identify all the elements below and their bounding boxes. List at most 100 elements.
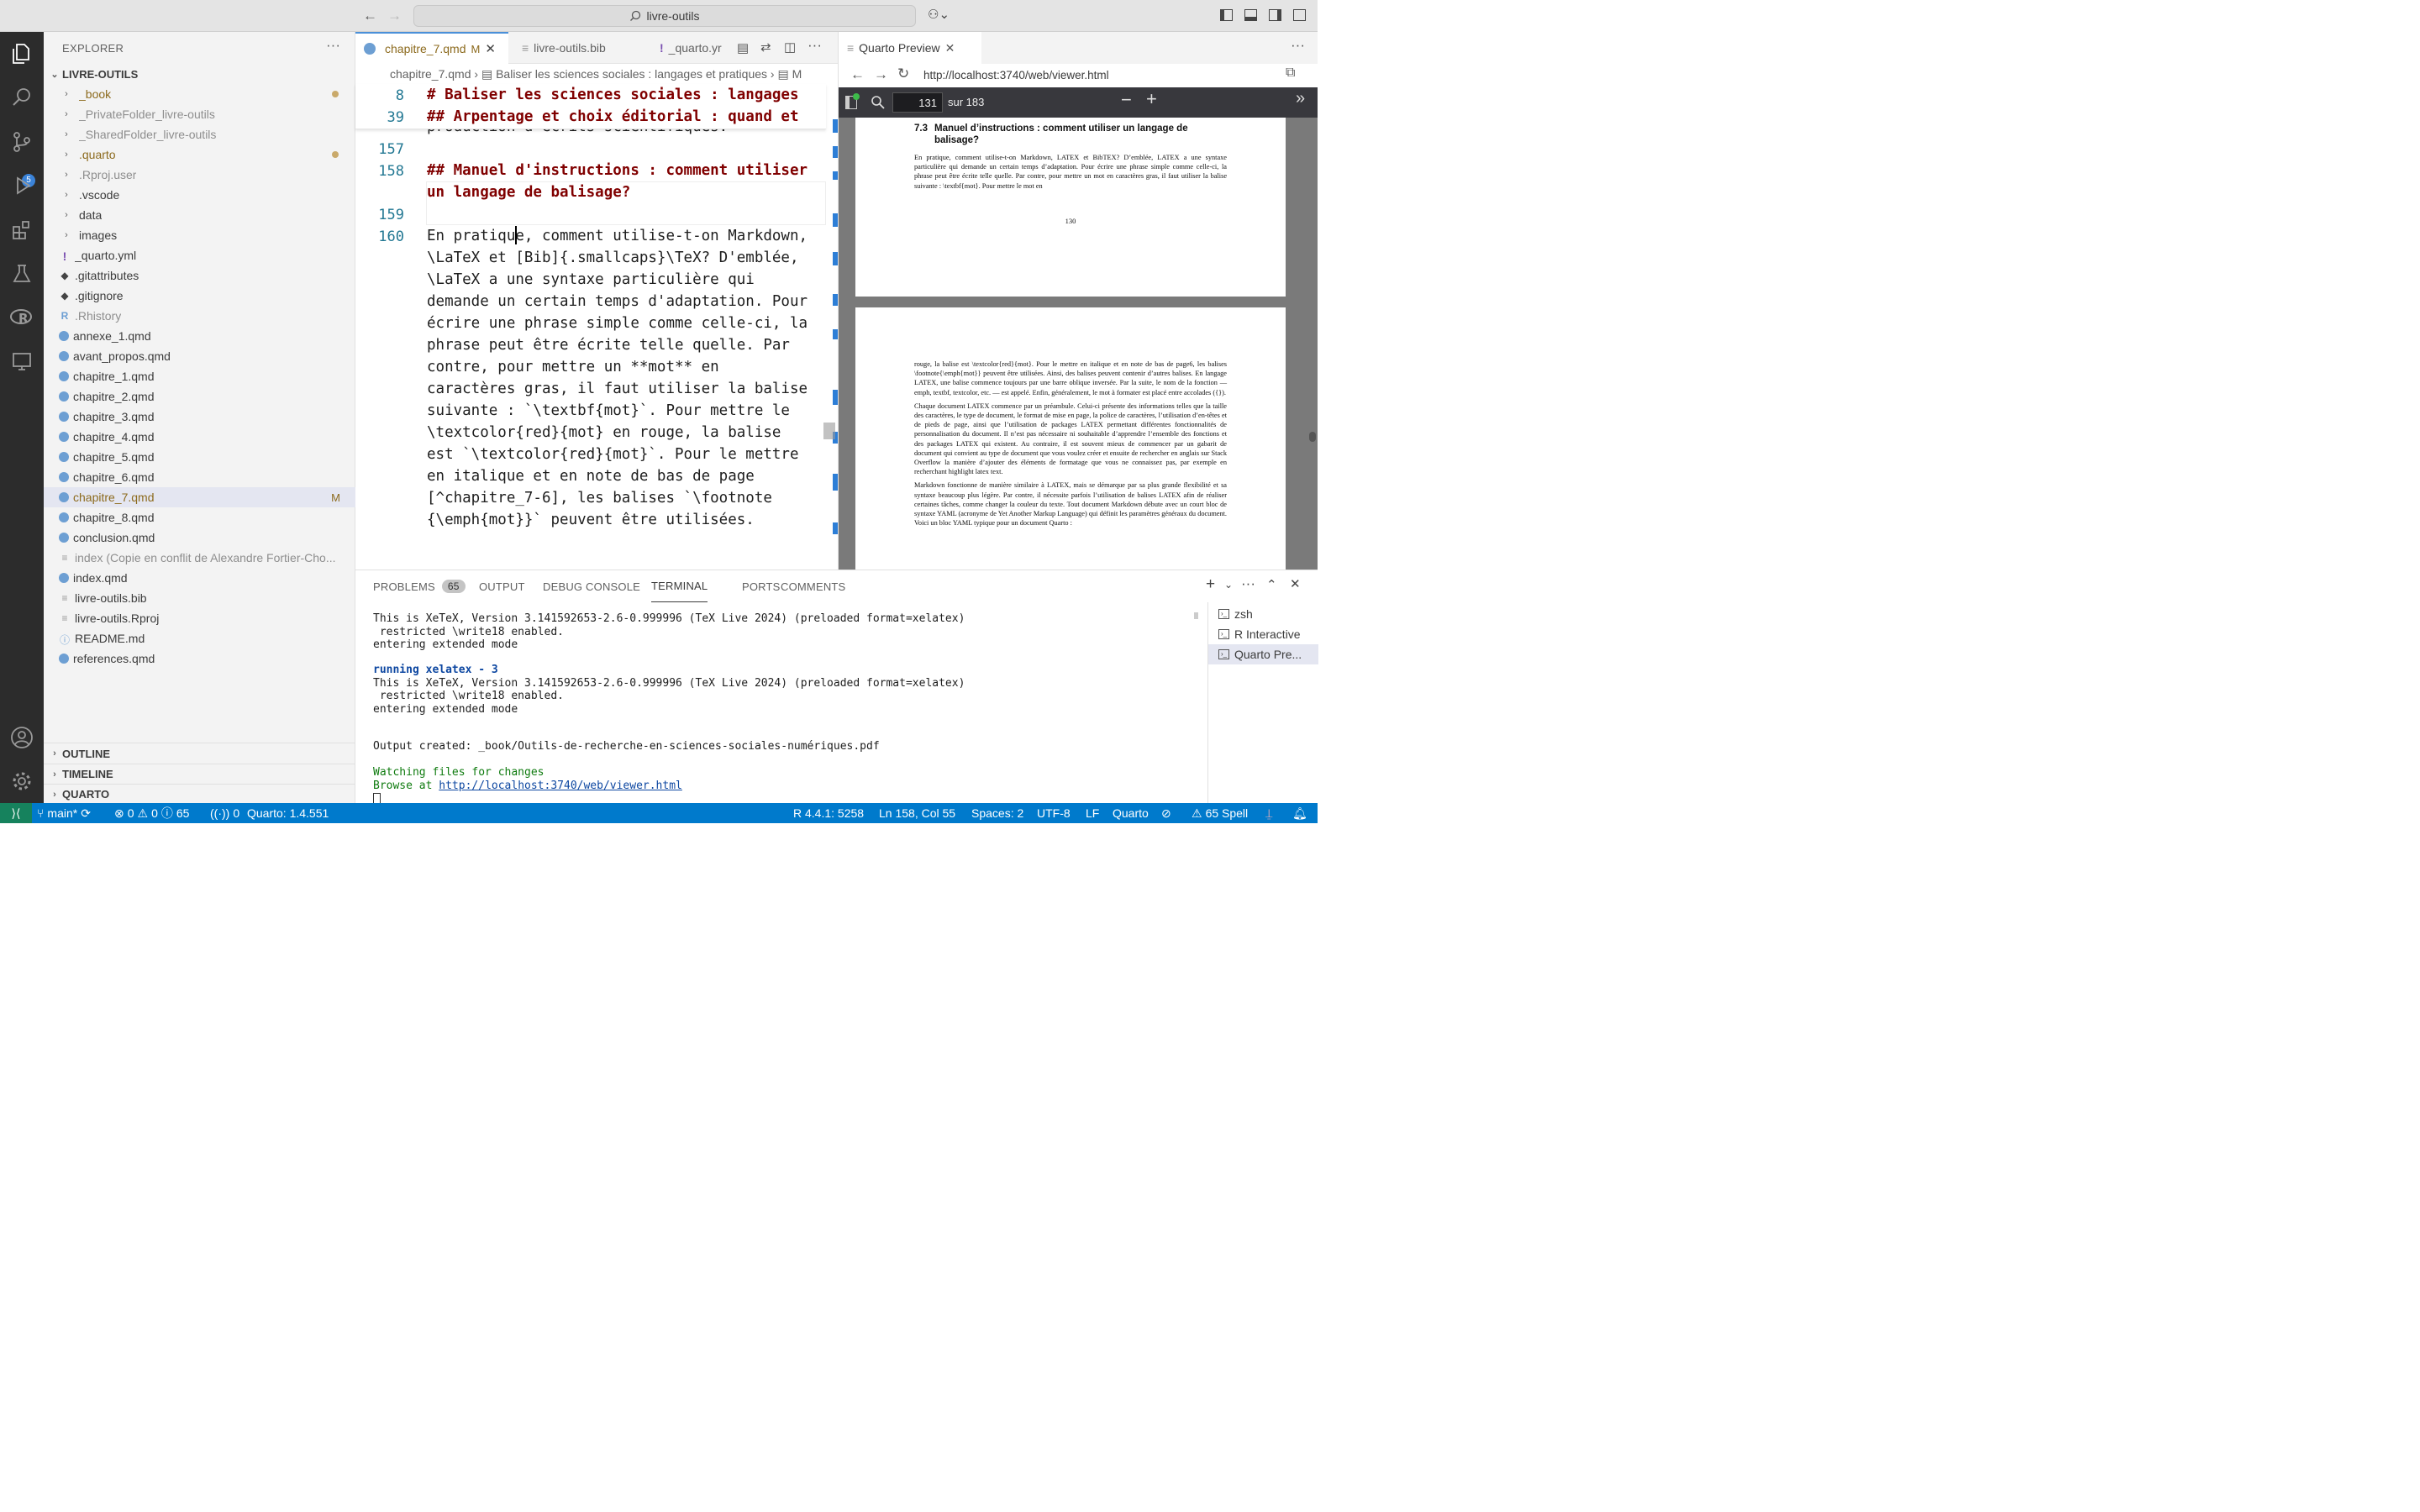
- file-tree-item[interactable]: › .quarto: [44, 144, 355, 165]
- panel-tab-debug-console[interactable]: DEBUG CONSOLE: [543, 570, 640, 602]
- compare-changes-icon[interactable]: ⇄: [760, 39, 771, 55]
- file-tree-item[interactable]: avant_propos.qmd: [44, 346, 355, 366]
- end-of-line[interactable]: LF: [1086, 803, 1099, 823]
- testing-flask-icon[interactable]: [8, 260, 35, 287]
- panel-tab-output[interactable]: OUTPUT: [479, 570, 525, 602]
- ports-status[interactable]: ((·)) 0: [210, 803, 239, 823]
- file-tree-item[interactable]: chapitre_1.qmd: [44, 366, 355, 386]
- problems-status[interactable]: ⊗ 0 ⚠ 0 ⓘ 65: [114, 803, 189, 823]
- file-tree-item[interactable]: chapitre_2.qmd: [44, 386, 355, 407]
- quarto-version[interactable]: Quarto: 1.4.551: [247, 803, 329, 823]
- terminal-session[interactable]: ›_ Quarto Pre...: [1208, 644, 1318, 664]
- sidebar-section-quarto[interactable]: › QUARTO: [44, 784, 355, 804]
- close-tab-icon[interactable]: ✕: [945, 41, 955, 55]
- remote-explorer-icon[interactable]: [8, 348, 35, 375]
- toggle-secondary-sidebar-icon[interactable]: [1269, 9, 1281, 21]
- code-area[interactable]: répandues dans le milieu académique etd'…: [355, 84, 826, 570]
- encoding[interactable]: UTF-8: [1037, 803, 1071, 823]
- cursor-position[interactable]: Ln 158, Col 55: [879, 803, 955, 823]
- tab-quarto-yml[interactable]: ! _quarto.yr: [651, 32, 739, 64]
- remote-indicator-icon[interactable]: ⟩⟨: [0, 803, 32, 823]
- file-tree-item[interactable]: › _SharedFolder_livre-outils: [44, 124, 355, 144]
- more-actions-icon[interactable]: ···: [1291, 37, 1305, 54]
- panel-tab-terminal[interactable]: TERMINAL: [651, 570, 708, 602]
- r-language-icon[interactable]: R: [8, 304, 35, 331]
- maximize-panel-icon[interactable]: ⌃: [1266, 577, 1277, 592]
- panel-tab-comments[interactable]: COMMENTS: [781, 570, 845, 602]
- back-arrow-icon[interactable]: ←: [850, 66, 865, 83]
- git-branch[interactable]: ⑂ main* ⟳: [37, 803, 91, 823]
- workspace-root[interactable]: ⌄ LIVRE-OUTILS: [44, 64, 355, 84]
- editor-scrollbar-thumb[interactable]: [823, 423, 835, 439]
- accounts-icon[interactable]: [8, 724, 35, 751]
- terminal-session[interactable]: ›_ R Interactive: [1208, 624, 1318, 644]
- tools-menu-icon[interactable]: »: [1296, 89, 1305, 108]
- pdf-viewer[interactable]: 7.3 Manuel d’instructions : comment util…: [839, 118, 1318, 570]
- url-field[interactable]: http://localhost:3740/web/viewer.html: [923, 69, 1109, 81]
- chevron-down-icon[interactable]: ⌄: [1224, 579, 1233, 591]
- reload-icon[interactable]: ↻: [897, 66, 909, 82]
- file-tree-item[interactable]: › data: [44, 205, 355, 225]
- file-tree-item[interactable]: annexe_1.qmd: [44, 326, 355, 346]
- alert-icon[interactable]: ⍊: [1265, 803, 1272, 823]
- pdf-scrollbar-thumb[interactable]: [1309, 432, 1316, 442]
- indentation[interactable]: Spaces: 2: [971, 803, 1023, 823]
- file-tree-item[interactable]: chapitre_5.qmd: [44, 447, 355, 467]
- file-tree-item[interactable]: › images: [44, 225, 355, 245]
- tab-chapitre-7[interactable]: chapitre_7.qmd M ✕: [355, 32, 508, 64]
- more-actions-icon[interactable]: ···: [326, 37, 340, 54]
- pdf-search-icon[interactable]: [871, 95, 886, 110]
- command-center-search[interactable]: livre-outils: [413, 5, 916, 27]
- panel-tab-problems[interactable]: PROBLEMS 65: [373, 570, 466, 602]
- file-tree-item[interactable]: chapitre_8.qmd: [44, 507, 355, 528]
- search-icon[interactable]: [8, 84, 35, 111]
- close-panel-icon[interactable]: ✕: [1290, 576, 1301, 591]
- copilot-disabled-icon[interactable]: ⊘: [1161, 803, 1171, 823]
- browse-link[interactable]: http://localhost:3740/web/viewer.html: [439, 780, 682, 792]
- terminal[interactable]: This is XeTeX, Version 3.141592653-2.6-0…: [355, 606, 1196, 804]
- file-tree-item[interactable]: ≡ index (Copie en conflit de Alexandre Fo…: [44, 548, 355, 568]
- file-tree-item[interactable]: chapitre_4.qmd: [44, 427, 355, 447]
- close-tab-icon[interactable]: ✕: [485, 41, 496, 56]
- spell-status[interactable]: ⚠ 65 Spell: [1192, 803, 1248, 823]
- settings-gear-icon[interactable]: [8, 768, 35, 795]
- page-number-input[interactable]: [892, 92, 943, 113]
- customize-layout-icon[interactable]: [1293, 9, 1306, 21]
- sidebar-section-outline[interactable]: › OUTLINE: [44, 743, 355, 764]
- terminal-session[interactable]: ›_ zsh: [1208, 604, 1318, 624]
- tab-quarto-preview[interactable]: ≡ Quarto Preview ✕: [839, 32, 981, 64]
- file-tree-item[interactable]: ≡ livre-outils.Rproj: [44, 608, 355, 628]
- more-actions-icon[interactable]: ···: [808, 37, 822, 54]
- run-debug-icon[interactable]: [8, 172, 35, 199]
- file-tree-item[interactable]: index.qmd: [44, 568, 355, 588]
- new-terminal-icon[interactable]: +: [1206, 575, 1215, 594]
- file-tree-item[interactable]: ⓘ README.md: [44, 628, 355, 648]
- file-tree-item[interactable]: ≡ livre-outils.bib: [44, 588, 355, 608]
- sticky-heading[interactable]: # Baliser les sciences sociales : langag…: [427, 84, 799, 106]
- language-mode[interactable]: Quarto: [1113, 803, 1149, 823]
- file-tree-item[interactable]: › .vscode: [44, 185, 355, 205]
- forward-arrow-icon[interactable]: →: [387, 8, 402, 24]
- more-actions-icon[interactable]: ···: [1241, 575, 1255, 592]
- file-tree-item[interactable]: chapitre_6.qmd: [44, 467, 355, 487]
- breadcrumb-more[interactable]: M: [792, 67, 802, 81]
- preview-icon[interactable]: ▤: [737, 40, 749, 55]
- extensions-icon[interactable]: [8, 217, 35, 244]
- panel-tab-ports[interactable]: PORTS: [742, 570, 781, 602]
- sidebar-section-timeline[interactable]: › TIMELINE: [44, 764, 355, 784]
- file-tree-item[interactable]: › .Rproj.user: [44, 165, 355, 185]
- zoom-out-icon[interactable]: −: [1121, 89, 1132, 111]
- file-tree-item[interactable]: › _PrivateFolder_livre-outils: [44, 104, 355, 124]
- breadcrumb-file[interactable]: chapitre_7.qmd: [390, 67, 471, 81]
- toggle-primary-sidebar-icon[interactable]: [1220, 9, 1233, 21]
- file-tree-item[interactable]: conclusion.qmd: [44, 528, 355, 548]
- back-arrow-icon[interactable]: ←: [363, 8, 377, 24]
- open-external-icon[interactable]: ⧉: [1286, 66, 1295, 81]
- file-tree-item[interactable]: ◆ .gitattributes: [44, 265, 355, 286]
- forward-arrow-icon[interactable]: →: [874, 66, 888, 83]
- file-tree-item[interactable]: references.qmd: [44, 648, 355, 669]
- file-tree-item[interactable]: R .Rhistory: [44, 306, 355, 326]
- file-tree-item[interactable]: chapitre_3.qmd: [44, 407, 355, 427]
- explorer-icon[interactable]: [8, 40, 35, 67]
- file-tree-item[interactable]: › _book: [44, 84, 355, 104]
